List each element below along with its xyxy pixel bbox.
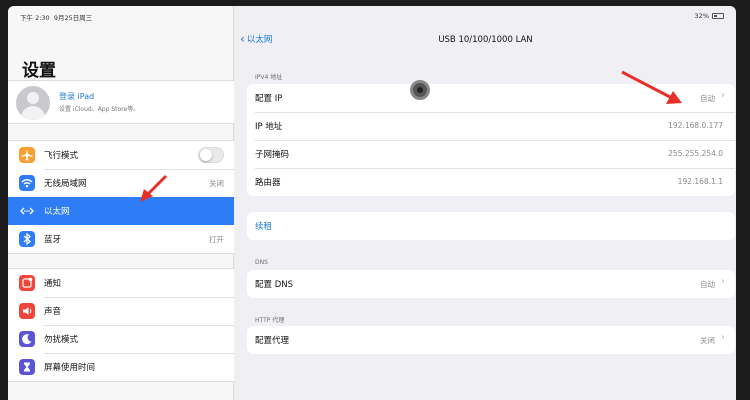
annotation-arrows [140, 70, 682, 202]
arrow-to-ethernet [140, 174, 168, 202]
arrow-to-configure-ip [621, 70, 682, 104]
device-frame: 下午 2:30 9月25日周三 设置 登录 iPad 设置 iCloud、App… [0, 0, 750, 400]
